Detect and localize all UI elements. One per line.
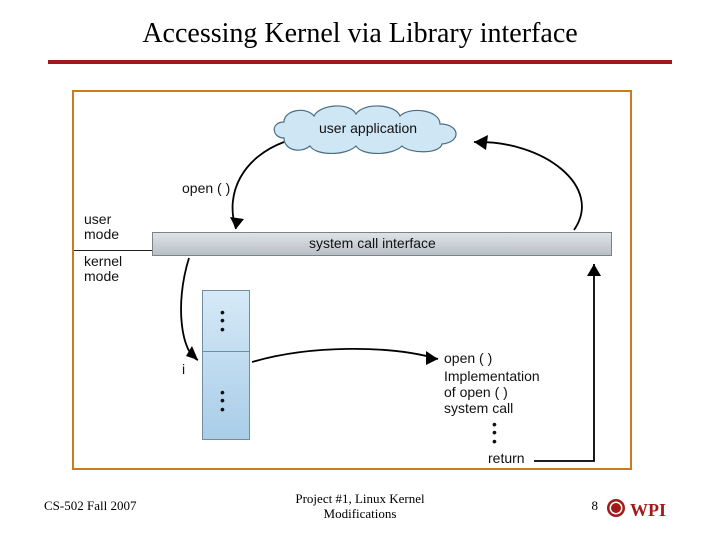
slide-title: Accessing Kernel via Library interface — [0, 18, 720, 50]
syscall-table — [202, 290, 250, 440]
dots-upper: • • • — [220, 308, 225, 333]
wpi-logo: WPI — [606, 494, 676, 522]
user-mode-label: user mode — [84, 212, 119, 243]
wpi-logo-text: WPI — [630, 500, 666, 520]
kernel-mode-label: kernel mode — [84, 254, 122, 285]
syscall-table-slot-i — [203, 351, 249, 373]
arrow-sci-to-app — [464, 132, 604, 237]
arrow-return-to-sci — [524, 256, 624, 466]
return-label: return — [488, 450, 525, 466]
system-call-interface-label: system call interface — [309, 235, 436, 251]
slide-footer: CS-502 Fall 2007 Project #1, Linux Kerne… — [0, 486, 720, 526]
dots-right: • • • — [492, 420, 497, 445]
open-label-right: open ( ) — [444, 350, 492, 366]
user-application-label: user application — [319, 120, 417, 136]
diagram-frame: user application open ( ) user mode kern… — [72, 90, 632, 470]
title-underline — [48, 60, 672, 64]
arrow-table-to-impl — [250, 347, 450, 377]
footer-page-number: 8 — [592, 498, 599, 514]
open-label-left: open ( ) — [182, 180, 230, 196]
syscall-index-label: i — [182, 361, 185, 377]
mode-divider — [74, 250, 152, 251]
dots-lower: • • • — [220, 388, 225, 413]
